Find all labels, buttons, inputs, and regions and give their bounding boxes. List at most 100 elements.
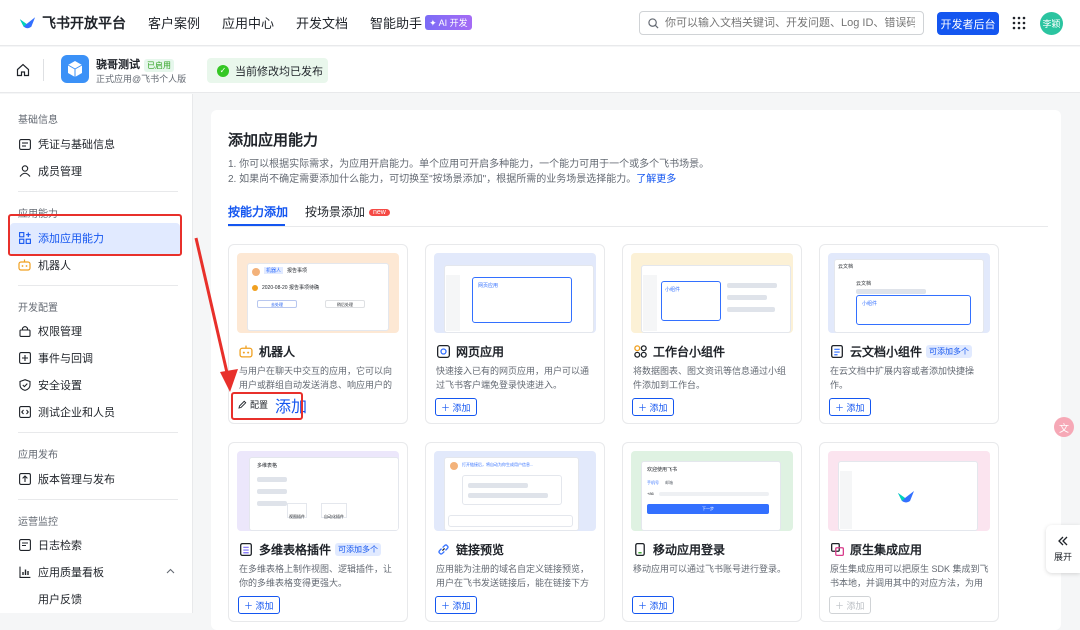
sidebar-item-label: 用户反馈 <box>38 594 82 606</box>
capability-card-link-preview[interactable]: 打开链接后，将自动为你生成用户信息... 链接预览 应用能为注册的域名自定义链接… <box>425 442 605 622</box>
card-description: 在云文档中扩展内容或者添加快捷操作。 <box>830 366 975 390</box>
app-grid-icon[interactable] <box>1012 16 1026 30</box>
add-button[interactable]: ＋ 添加 <box>632 596 674 614</box>
check-icon: ✓ <box>217 64 229 77</box>
sidebar-item-versions[interactable]: 版本管理与发布 <box>18 469 115 489</box>
translate-float-icon[interactable]: 文 <box>1054 417 1074 437</box>
bitable-preview-title: 多维表格 <box>257 463 278 469</box>
tab-by-scenario-label: 按场景添加 <box>305 205 366 219</box>
sidebar-item-bot[interactable]: 机器人 <box>18 255 71 275</box>
card-title: 机器人 <box>239 343 295 360</box>
sidebar-item-logs[interactable]: 日志检索 <box>18 535 82 555</box>
description-line-2: 2. 如果尚不确定需要添加什么能力，可切换至"按场景添加"，根据所需的业务场景选… <box>228 170 676 185</box>
search-box[interactable] <box>639 11 924 35</box>
publish-status: ✓ 当前修改均已发布 <box>207 58 328 83</box>
learn-more-link[interactable]: 了解更多 <box>636 174 676 185</box>
nav-app-center[interactable]: 应用中心 <box>222 13 274 32</box>
sidebar-item-events[interactable]: 事件与回调 <box>18 348 93 368</box>
card-description: 快速接入已有的网页应用，用户可以通过飞书客户端免登录快速进入。 <box>436 366 590 390</box>
capability-card-bitable-plugin[interactable]: 多维表格 视图插件 自动化插件 多维表格插件 可添加多个 在多维表格上制作视图、… <box>228 442 408 622</box>
developer-console-button[interactable]: 开发者后台 <box>937 12 999 35</box>
sidebar-item-security[interactable]: 安全设置 <box>18 375 82 395</box>
integration-icon <box>830 543 844 557</box>
divider <box>18 432 178 433</box>
app-name-label: 骁哥测试 <box>96 59 140 71</box>
add-button-disabled: ＋ 添加 <box>829 596 871 614</box>
status-badge: 已启用 <box>144 59 174 72</box>
bitable-automation-plugin: 自动化插件 <box>321 503 347 519</box>
cube-icon <box>67 61 83 77</box>
bitable-view-plugin: 视图插件 <box>287 503 307 519</box>
sidebar-item-credentials[interactable]: 凭证与基础信息 <box>18 134 115 154</box>
capability-card-workplace-widget[interactable]: 小组件 工作台小组件 将数据图表、图文资讯等信息通过小组件添加到工作台。 ＋ 添… <box>622 244 802 424</box>
link-preview-input <box>448 515 573 527</box>
widget-preview-sidebar <box>643 275 657 331</box>
card-title-label: 移动应用登录 <box>653 543 726 557</box>
card-title-label: 云文档小组件 <box>850 345 923 359</box>
add-button[interactable]: ＋ 添加 <box>435 398 477 416</box>
native-preview-sidebar <box>840 471 852 529</box>
card-title: 网页应用 <box>436 343 504 360</box>
nav-dev-docs[interactable]: 开发文档 <box>296 13 348 32</box>
sidebar-item-feedback[interactable]: 用户反馈 <box>38 589 82 609</box>
divider <box>18 499 178 500</box>
chevron-up-icon[interactable] <box>166 568 175 574</box>
app-subtitle: 正式应用@飞书个人版 <box>96 74 187 84</box>
app-header-bar: 骁哥测试 已启用 正式应用@飞书个人版 ✓ 当前修改均已发布 <box>0 47 1080 93</box>
capability-card-native-app[interactable]: 原生集成应用 原生集成应用可以把原生 SDK 集成到飞书本地，并调用其中的对应方… <box>819 442 999 622</box>
bot-preview-line: 2020-08-20 报告事项待确 <box>262 285 319 291</box>
description-line-2-text: 2. 如果尚不确定需要添加什么能力，可切换至"按场景添加"，根据所需的业务场景选… <box>228 174 637 185</box>
card-description: 应用能为注册的域名自定义链接预览，用户在飞书发送链接后，能在链接下方展示... <box>436 564 590 588</box>
login-preview-phone-field <box>659 492 769 496</box>
ai-dev-badge: ✦ AI 开发 <box>425 15 472 30</box>
nav-smart-assistant-label: 智能助手 <box>370 16 423 31</box>
nav-customer-cases[interactable]: 客户案例 <box>148 13 200 32</box>
home-icon[interactable] <box>16 63 30 77</box>
card-title: 原生集成应用 <box>830 541 922 558</box>
search-input[interactable] <box>665 17 915 29</box>
card-title: 多维表格插件 可添加多个 <box>239 541 382 558</box>
doc-widget-preview: 云文档 云文档 小组件 <box>828 253 990 333</box>
widget-preview-row <box>727 283 777 288</box>
double-chevron-left-icon <box>1058 536 1068 546</box>
bitable-preview-row <box>257 477 287 482</box>
add-button[interactable]: ＋ 添加 <box>238 596 280 614</box>
card-title-label: 多维表格插件 <box>259 543 332 557</box>
capability-card-doc-widget[interactable]: 云文档 云文档 小组件 云文档小组件 可添加多个 在云文档中扩展内容或者添加快捷… <box>819 244 999 424</box>
card-description: 与用户在聊天中交互的应用，它可以向用户或群组自动发送消息、响应用户的消... <box>239 366 393 390</box>
web-app-icon <box>436 345 450 359</box>
link-preview-row <box>468 493 548 498</box>
log-icon <box>18 539 31 552</box>
widget-preview-label: 小组件 <box>665 287 681 293</box>
doc-preview-title: 云文档 <box>838 264 854 270</box>
sidebar-item-testing[interactable]: 测试企业和人员 <box>18 402 115 422</box>
add-button[interactable]: ＋ 添加 <box>829 398 871 416</box>
sidebar-item-quality[interactable]: 应用质量看板 <box>18 562 178 582</box>
capability-card-web-app[interactable]: 网页应用 网页应用 快速接入已有的网页应用，用户可以通过飞书客户端免登录快速进入… <box>425 244 605 424</box>
tab-by-scenario[interactable]: 按场景添加 new <box>305 203 390 220</box>
sidebar-item-permissions[interactable]: 权限管理 <box>18 321 82 341</box>
feishu-logo[interactable]: 飞书开放平台 <box>18 13 126 33</box>
search-icon <box>648 17 659 29</box>
new-badge: new <box>369 209 390 216</box>
doc-preview-body: 云文档 <box>856 281 872 287</box>
capability-card-mobile-login[interactable]: 欢迎使用飞书 手机号 邮箱 +86 下一步 移动应用登录 移动应用可以通过飞书账… <box>622 442 802 622</box>
feishu-bird-icon <box>19 16 36 28</box>
sidebar-item-members[interactable]: 成员管理 <box>18 161 82 181</box>
bot-preview: 机器人 报告事项 2020-08-20 报告事项待确 去处理 稍后处理 <box>237 253 399 333</box>
tab-divider <box>228 226 1048 227</box>
doc-preview-row <box>856 289 926 294</box>
nav-smart-assistant[interactable]: 智能助手 ✦ AI 开发 <box>370 13 472 32</box>
user-avatar[interactable]: 李颖 <box>1040 12 1063 35</box>
add-button[interactable]: ＋ 添加 <box>435 596 477 614</box>
sidebar-item-label: 安全设置 <box>38 380 82 392</box>
login-preview-title: 欢迎使用飞书 <box>647 467 678 473</box>
shield-icon <box>18 379 31 392</box>
link-preview-avatar <box>450 462 458 470</box>
expand-panel-button[interactable]: 展开 <box>1046 525 1080 573</box>
tab-by-capability[interactable]: 按能力添加 <box>228 203 288 220</box>
sidebar-section-basic: 基础信息 <box>18 115 58 126</box>
add-button[interactable]: ＋ 添加 <box>632 398 674 416</box>
app-icon <box>61 55 89 83</box>
credential-icon <box>18 138 31 151</box>
